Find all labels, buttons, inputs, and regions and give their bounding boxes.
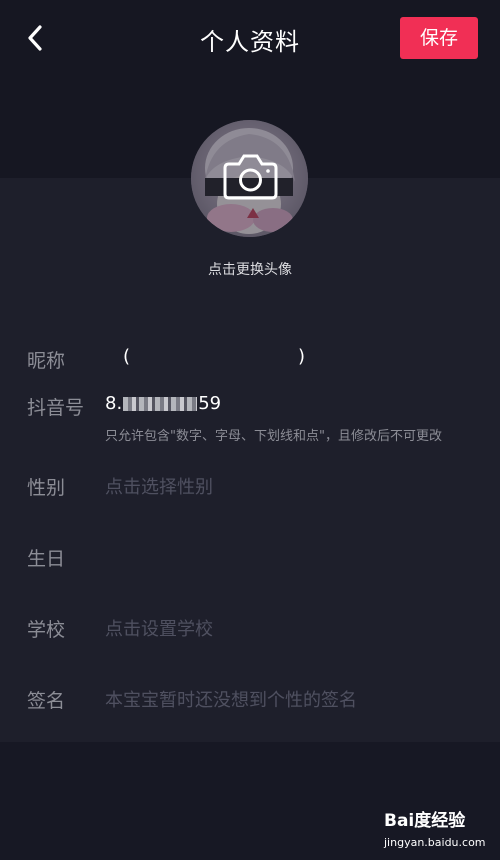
watermark-url: jingyan.baidu.com xyxy=(384,836,486,849)
camera-icon xyxy=(223,154,278,200)
nickname-open-paren: ( xyxy=(123,346,131,367)
avatar[interactable] xyxy=(191,120,308,237)
nickname-close-paren: ) xyxy=(298,346,306,367)
baidu-jingyan-watermark: Bai度经验 jingyan.baidu.com xyxy=(380,806,500,860)
nickname-input[interactable]: ( ) xyxy=(105,346,305,372)
signature-input[interactable]: 本宝宝暂时还没想到个性的签名 xyxy=(105,686,357,712)
signature-label: 签名 xyxy=(27,690,66,712)
gender-select[interactable]: 点击选择性别 xyxy=(105,473,213,499)
douyin-id-label: 抖音号 xyxy=(27,397,85,419)
douyin-id-suffix: 59 xyxy=(198,393,222,414)
gender-label: 性别 xyxy=(27,477,66,499)
school-label: 学校 xyxy=(27,619,66,641)
birthday-picker[interactable] xyxy=(105,540,475,572)
birthday-label: 生日 xyxy=(27,548,66,570)
douyin-id-mosaic xyxy=(123,397,198,411)
watermark-logo: Bai度经验 xyxy=(384,811,466,831)
douyin-id-prefix: 8. xyxy=(105,393,123,414)
save-button[interactable]: 保存 xyxy=(400,17,478,59)
nickname-label: 昵称 xyxy=(27,350,66,372)
school-input[interactable]: 点击设置学校 xyxy=(105,615,213,641)
douyin-id-hint: 只允许包含"数字、字母、下划线和点"，且修改后不可更改 xyxy=(105,429,442,444)
change-avatar-hint[interactable]: 点击更换头像 xyxy=(0,259,500,279)
douyin-id-input[interactable]: 8. 59 xyxy=(105,393,221,419)
